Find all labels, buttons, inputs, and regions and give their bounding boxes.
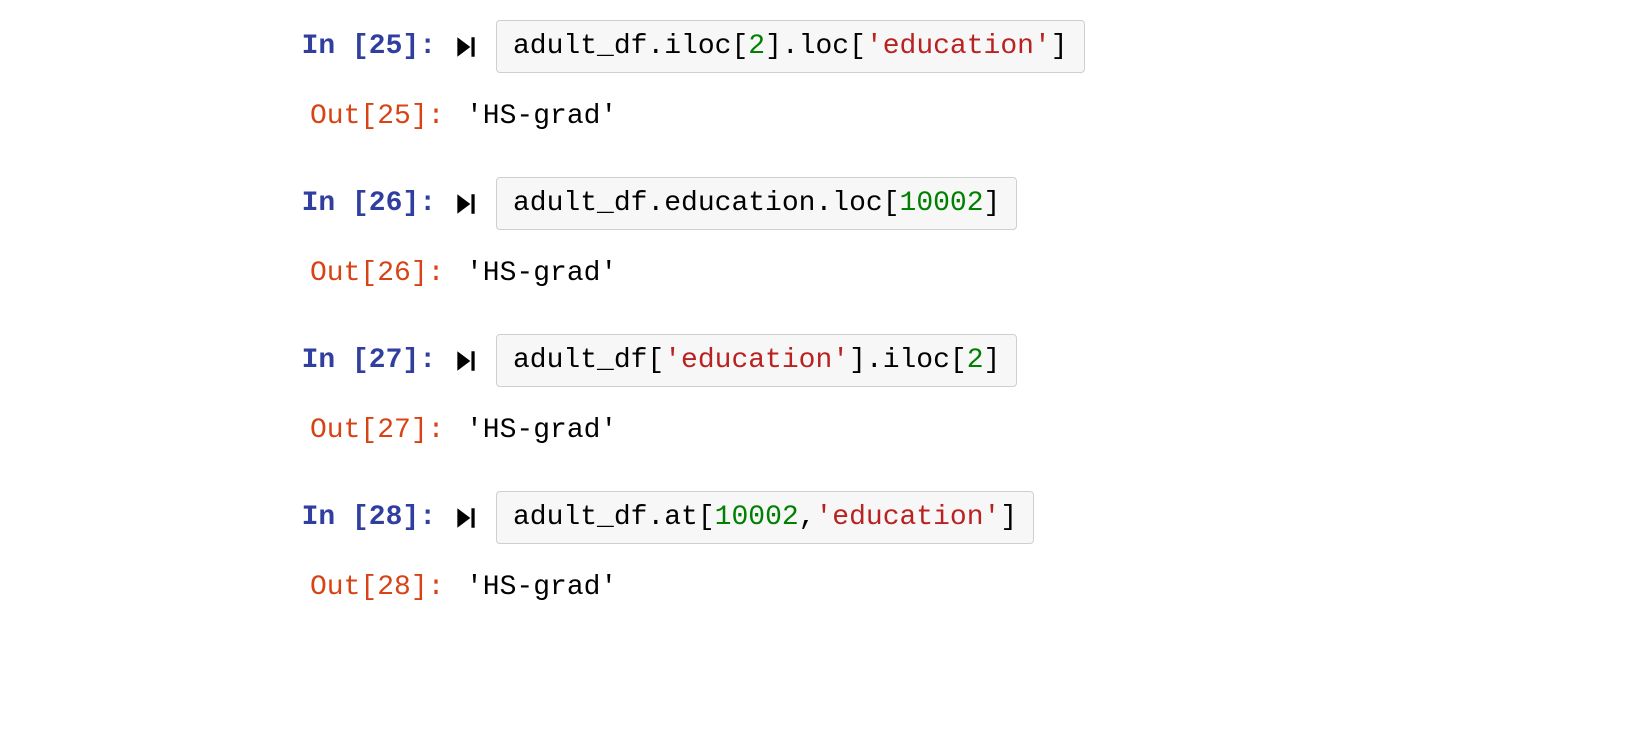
code-token: [ <box>698 502 715 533</box>
code-token: loc <box>799 31 849 62</box>
code-token: ] <box>1000 502 1017 533</box>
output-text: 'HS-grad' <box>450 405 633 456</box>
notebook-cell: In [26]:adult_df.education.loc[10002]Out… <box>270 177 1650 299</box>
output-text: 'HS-grad' <box>450 248 633 299</box>
code-token: adult_df <box>513 502 647 533</box>
input-row: In [25]:adult_df.iloc[2].loc['education'… <box>270 20 1650 73</box>
output-text: 'HS-grad' <box>450 91 633 142</box>
notebook-container: In [25]:adult_df.iloc[2].loc['education'… <box>270 20 1650 613</box>
code-token: . <box>647 31 664 62</box>
output-prompt: Out[27]: <box>310 415 450 446</box>
code-token: ] <box>984 188 1001 219</box>
code-token: 10002 <box>715 502 799 533</box>
output-text: 'HS-grad' <box>450 562 633 613</box>
input-prompt: In [26]: <box>270 188 450 219</box>
code-token: ] <box>984 345 1001 376</box>
output-prompt: Out[26]: <box>310 258 450 289</box>
notebook-cell: In [28]: adult_df.at[10002,'education'] Ou… <box>270 491 1650 613</box>
code-token: adult_df <box>513 31 647 62</box>
code-token: loc <box>832 188 882 219</box>
code-token: 2 <box>748 31 765 62</box>
run-cell-icon[interactable] <box>450 31 482 63</box>
code-token: 'education' <box>664 345 849 376</box>
code-token: . <box>815 188 832 219</box>
code-token: [ <box>731 31 748 62</box>
output-row: Out[26]:'HS-grad' <box>270 248 1650 299</box>
output-prompt: Out[28]: <box>310 572 450 603</box>
code-input[interactable]: adult_df['education'].iloc[2] <box>496 334 1017 387</box>
code-input[interactable]: adult_df.education.loc[10002] <box>496 177 1017 230</box>
code-token: [ <box>647 345 664 376</box>
code-token: 10002 <box>900 188 984 219</box>
input-prompt: In [25]: <box>270 31 450 62</box>
output-row: Out[28]:'HS-grad' <box>270 562 1650 613</box>
code-token: ] <box>1051 31 1068 62</box>
code-token: [ <box>950 345 967 376</box>
input-row: In [27]:adult_df['education'].iloc[2] <box>270 334 1650 387</box>
output-row: Out[25]:'HS-grad' <box>270 91 1650 142</box>
code-token: ]. <box>849 345 883 376</box>
code-token: adult_df <box>513 345 647 376</box>
run-cell-icon[interactable] <box>450 502 482 534</box>
input-prompt: In [28]: <box>270 502 450 533</box>
code-token: 'education' <box>815 502 1000 533</box>
code-token: . <box>647 502 664 533</box>
run-cell-icon[interactable] <box>450 345 482 377</box>
output-prompt: Out[25]: <box>310 101 450 132</box>
code-token: iloc <box>664 31 731 62</box>
code-token: at <box>664 502 698 533</box>
input-row: In [26]:adult_df.education.loc[10002] <box>270 177 1650 230</box>
code-token: education <box>664 188 815 219</box>
code-token: . <box>647 188 664 219</box>
code-token: [ <box>883 188 900 219</box>
input-row: In [28]: adult_df.at[10002,'education'] <box>270 491 1650 544</box>
code-token: 2 <box>967 345 984 376</box>
output-row: Out[27]:'HS-grad' <box>270 405 1650 456</box>
run-cell-icon[interactable] <box>450 188 482 220</box>
code-token: , <box>799 502 816 533</box>
code-token: adult_df <box>513 188 647 219</box>
code-token: ]. <box>765 31 799 62</box>
code-input[interactable]: adult_df.iloc[2].loc['education'] <box>496 20 1085 73</box>
input-prompt: In [27]: <box>270 345 450 376</box>
notebook-cell: In [27]:adult_df['education'].iloc[2]Out… <box>270 334 1650 456</box>
code-input[interactable]: adult_df.at[10002,'education'] <box>496 491 1034 544</box>
code-token: 'education' <box>866 31 1051 62</box>
code-token: iloc <box>883 345 950 376</box>
notebook-cell: In [25]:adult_df.iloc[2].loc['education'… <box>270 20 1650 142</box>
code-token: [ <box>849 31 866 62</box>
